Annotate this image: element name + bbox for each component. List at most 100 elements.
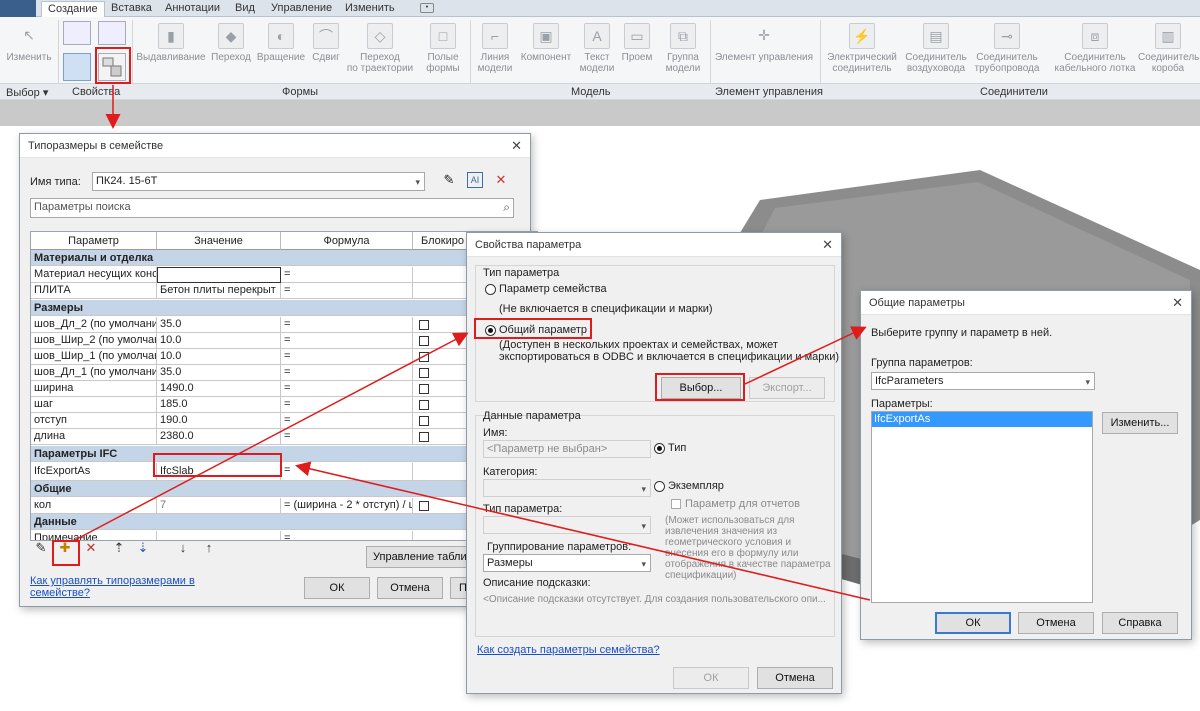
pencil-icon[interactable]: ✎ [32,539,50,557]
lock-checkbox[interactable] [419,501,429,511]
tab-modify[interactable]: Изменить [345,2,395,14]
row-value[interactable]: 10.0 [157,349,281,365]
contextual-tab-toggle-icon[interactable]: • [420,3,434,13]
section-materials[interactable]: Материалы и отделка [31,250,537,266]
row-formula[interactable]: = [281,349,413,365]
duct-connector-button[interactable]: ▤ Соединитель воздуховода [903,23,969,74]
move-up-icon[interactable]: ⇡ [110,539,128,557]
row-value[interactable]: IfcSlab [157,463,281,481]
row-value[interactable]: 1490.0 [157,381,281,397]
ok-button[interactable]: ОК [304,577,370,599]
model-text-button[interactable]: A Текст модели [577,23,617,74]
help-link-family-types-2[interactable]: семействе? [30,587,90,599]
column-formula[interactable]: Формула [281,232,413,250]
cancel-button[interactable]: Отмена [757,667,833,689]
modify-button[interactable]: ↖ Изменить [4,23,54,63]
row-value[interactable]: 10.0 [157,333,281,349]
table-row[interactable]: кол 7 = (ширина - 2 * отступ) / ш [31,498,537,514]
family-parameter-label[interactable]: Параметр семейства [499,283,607,295]
row-formula[interactable]: = [281,397,413,413]
section-ifc[interactable]: Параметры IFC [31,446,537,462]
row-formula[interactable]: = [281,429,413,445]
row-value[interactable]: 35.0 [157,365,281,381]
section-dimensions[interactable]: Размеры [31,300,537,316]
cancel-button[interactable]: Отмена [377,577,443,599]
row-formula[interactable]: = [281,381,413,397]
section-general[interactable]: Общие [31,481,537,497]
row-value-input[interactable] [157,267,281,283]
table-row[interactable]: шаг 185.0 = [31,397,537,413]
tab-view[interactable]: Вид [235,2,255,14]
row-value[interactable]: 185.0 [157,397,281,413]
lock-checkbox[interactable] [419,368,429,378]
table-row[interactable]: Материал несущих конст = [31,267,537,283]
electrical-connector-button[interactable]: ⚡ Электрический соединитель [822,23,902,74]
parameters-list[interactable]: IfcExportAs [871,411,1093,603]
table-row[interactable]: ПЛИТА Бетон плиты перекрыт = [31,283,537,299]
row-formula[interactable]: = (ширина - 2 * отступ) / ш [281,498,413,514]
model-line-button[interactable]: ⌐ Линия модели [474,23,516,74]
row-value[interactable]: 2380.0 [157,429,281,445]
family-category-icon[interactable] [63,21,91,45]
close-icon[interactable]: ✕ [511,138,522,154]
void-forms-button[interactable]: □ Полые формы [420,23,466,74]
move-down-icon[interactable]: ⇣ [134,539,152,557]
help-button[interactable]: Справка [1102,612,1178,634]
help-link-create-parameter[interactable]: Как создать параметры семейства? [477,644,660,656]
tab-manage[interactable]: Управление [271,2,332,14]
instance-radio[interactable] [654,481,665,492]
cancel-button[interactable]: Отмена [1018,612,1094,634]
ok-button[interactable]: ОК [935,612,1011,634]
table-row[interactable]: Примечание = [31,531,537,540]
model-group-button[interactable]: ⧉ Группа модели [660,23,706,74]
pipe-connector-button[interactable]: ⊸ Соединитель трубопровода [970,23,1044,74]
lock-checkbox[interactable] [419,416,429,426]
type-name-select[interactable]: ПК24. 15-6Т ▾ [92,172,425,191]
row-formula[interactable]: = [281,317,413,333]
rename-type-icon[interactable]: AI [467,172,483,188]
extrusion-button[interactable]: ▮ Выдавливание [135,23,207,63]
row-value[interactable]: 35.0 [157,317,281,333]
family-types-icon[interactable] [98,53,126,81]
sweep-blend-button[interactable]: ◇ Переход по траектории [344,23,416,74]
lock-checkbox[interactable] [419,400,429,410]
table-row[interactable]: шов_Шир_1 (по умолчани 10.0 = [31,349,537,365]
type-radio[interactable] [654,443,665,454]
row-formula[interactable]: = [281,283,413,299]
sweep-button[interactable]: ⌒ Сдвиг [309,23,343,63]
sort-descending-icon[interactable]: ↑ [200,539,218,557]
edit-button[interactable]: Изменить... [1102,412,1178,434]
shared-parameter-label[interactable]: Общий параметр [499,324,587,336]
lock-checkbox[interactable] [419,384,429,394]
family-parameters-icon[interactable] [98,21,126,45]
table-row[interactable]: шов_Дл_1 (по умолчани 35.0 = [31,365,537,381]
delete-parameter-icon[interactable]: ✕ [82,539,100,557]
column-parameter[interactable]: Параметр [31,232,157,250]
new-parameter-icon[interactable]: ✚ [56,539,74,557]
row-formula[interactable]: = [281,365,413,381]
column-value[interactable]: Значение [157,232,281,250]
panel-select-dropdown[interactable]: Выбор ▾ [6,86,48,99]
delete-type-icon[interactable]: ✕ [492,172,510,190]
parameter-group-select[interactable]: IfcParameters ▾ [871,372,1095,390]
shared-parameter-radio[interactable] [485,325,496,336]
row-formula[interactable]: = [281,463,413,481]
cable-tray-connector-button[interactable]: ⧈ Соединитель кабельного лотка [1052,23,1138,74]
lock-checkbox[interactable] [419,352,429,362]
type-radio-label[interactable]: Тип [668,442,686,454]
search-icon[interactable]: ⌕ [503,199,510,215]
family-properties-icon[interactable] [63,53,91,81]
list-item[interactable]: IfcExportAs [872,412,1092,427]
row-value[interactable]: Бетон плиты перекрыт [157,283,281,299]
row-formula[interactable]: = [281,413,413,429]
new-type-icon[interactable]: ✎ [440,172,458,190]
row-formula[interactable]: = [281,531,413,540]
close-icon[interactable]: ✕ [822,237,833,253]
table-row[interactable]: отступ 190.0 = [31,413,537,429]
row-formula[interactable]: = [281,267,413,283]
table-row[interactable]: ширина 1490.0 = [31,381,537,397]
row-value[interactable]: 190.0 [157,413,281,429]
instance-radio-label[interactable]: Экземпляр [668,480,724,492]
help-link-family-types[interactable]: Как управлять типоразмерами в [30,575,195,587]
lock-checkbox[interactable] [419,432,429,442]
